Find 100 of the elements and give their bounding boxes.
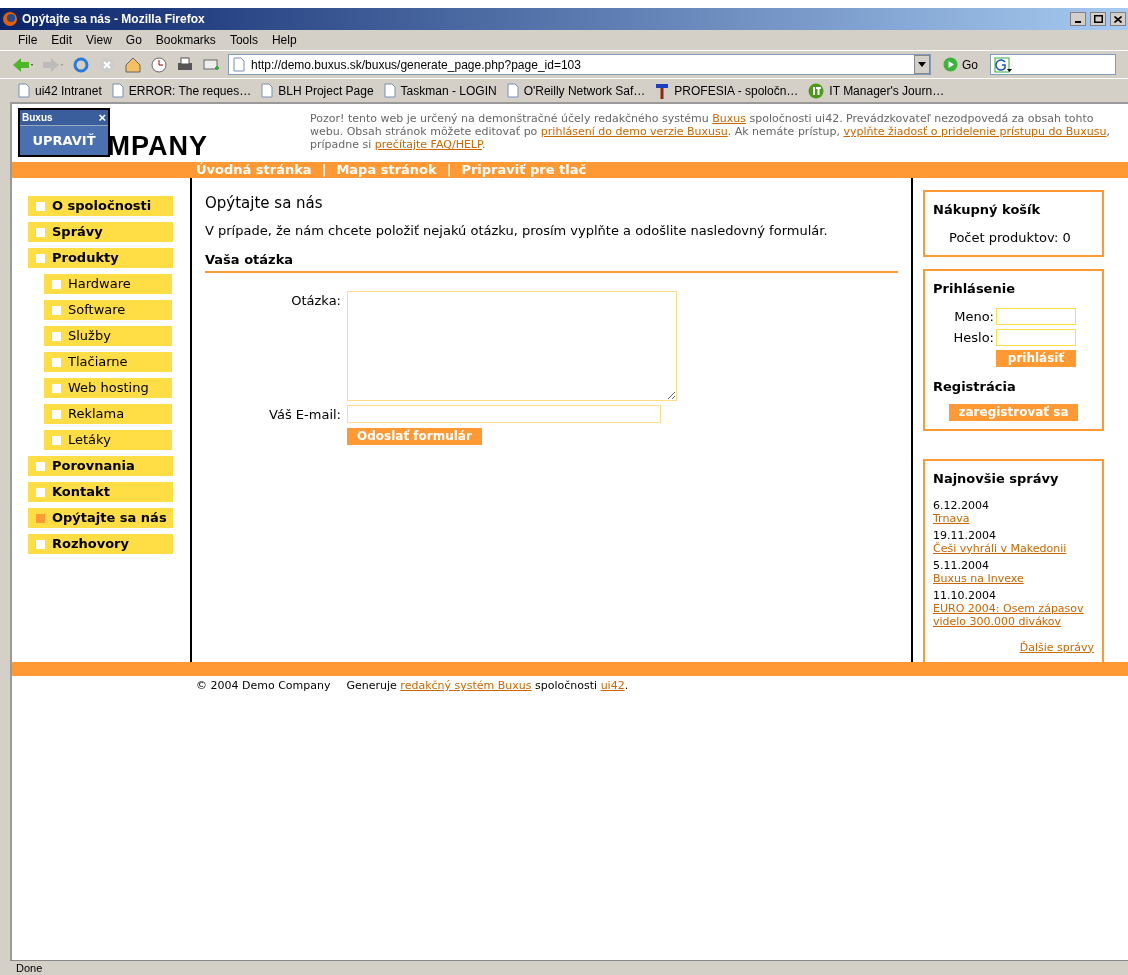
product-count: Počet produktov: 0 [948,228,1072,247]
nav-separator: | [446,161,452,180]
sidebar-item[interactable]: Opýtajte sa nás [28,508,173,528]
intro-text: V prípade, že nám chcete položiť nejakú otázku, prosím vyplňte a odošlite nasledovný formulár. [205,221,829,240]
page-icon [383,83,396,98]
news-link[interactable]: Trnava [933,511,1094,525]
sidebar-item[interactable]: Správy [28,222,173,242]
close-button[interactable] [1110,12,1126,26]
sidebar-item[interactable]: Tlačiarne [44,352,172,372]
maximize-icon [1093,15,1103,23]
bookmark-item[interactable]: IT Manager's Journ… [808,81,945,100]
square-bullet-icon [51,278,62,290]
bookmark-item[interactable]: Taskman - LOGIN [383,81,497,100]
square-bullet-icon [35,460,46,472]
panel-title: Prihlásenie [933,280,1016,298]
square-bullet-icon [35,252,46,264]
news-date: 6.12.2004 [933,498,990,512]
square-bullet-icon [35,200,46,212]
play-icon [943,57,958,72]
bookmark-item[interactable]: BLH Project Page [261,81,374,100]
news-date: 5.11.2004 [933,558,990,572]
hammer-icon [655,82,670,99]
name-field[interactable] [996,307,1076,325]
sidebar-item[interactable]: Produkty [28,248,173,268]
square-bullet-icon [51,356,62,368]
clock-icon[interactable] [150,55,168,74]
status-bar: Done [10,960,1128,975]
news-link[interactable]: EURO 2004: Osem zápasov videlo 300.000 divákov [933,601,1094,628]
stop-icon[interactable] [98,55,116,74]
generator-text: Generuje redakčný systém Buxus spoločnosti ui42. [346,678,629,694]
page-icon [18,83,30,98]
sidebar-item[interactable]: Letáky [44,430,172,450]
go-button[interactable]: Go [939,55,982,74]
company-logo: MPANY [107,133,208,160]
square-bullet-icon [51,408,62,420]
notice-link[interactable]: Buxus [712,112,747,125]
address-field[interactable]: http://demo.buxus.sk/buxus/generate_page.php?page_id=103 [228,54,931,75]
email-field[interactable] [347,405,661,424]
home-icon[interactable] [124,55,142,74]
page-icon [261,83,274,98]
menu-item[interactable]: Tools [229,31,258,49]
minimize-button[interactable] [1070,12,1086,26]
footer-link[interactable]: ui42 [600,679,625,692]
badge-icon [808,82,825,99]
panel-title: Registrácia [933,377,1017,396]
menu-item[interactable]: Go [125,31,142,49]
popup-title: Buxus [22,111,53,125]
sidebar-item[interactable]: Rozhovory [28,534,173,554]
sidebar-item[interactable]: Web hosting [44,378,172,398]
square-bullet-icon [51,382,62,394]
news-link[interactable]: Buxus na Invexe [933,571,1094,585]
news-date: 11.10.2004 [933,588,997,602]
square-bullet-icon [35,538,46,550]
page-title: Opýtajte sa nás [205,193,324,214]
sidebar-item[interactable]: Hardware [44,274,172,294]
sidebar-item[interactable]: Služby [44,326,172,346]
close-icon [1114,15,1122,23]
password-field[interactable] [996,329,1076,347]
more-news-link[interactable]: Ďalšie správy [1019,639,1094,656]
sidebar-item[interactable]: Reklama [44,404,172,424]
news-date: 19.11.2004 [933,528,997,542]
menu-item[interactable]: Help [271,31,297,49]
edit-button[interactable]: UPRAVIŤ [20,125,108,155]
bookmark-item[interactable]: PROFESIA - spoločn… [655,81,799,100]
square-bullet-icon [35,512,46,524]
sidebar-item[interactable]: Software [44,300,172,320]
footer-link[interactable]: redakčný systém Buxus [400,679,532,692]
square-bullet-icon [51,304,62,316]
square-bullet-icon [51,434,62,446]
page-icon [111,83,124,98]
menu-item[interactable]: Bookmarks [155,31,216,49]
question-field[interactable] [347,290,677,401]
panel-title: Nákupný košík [933,201,1042,219]
menu-item[interactable]: File [18,31,38,49]
sidebar-item[interactable]: Kontakt [28,482,173,502]
bookmark-item[interactable]: O'Reilly Network Saf… [506,81,646,100]
field-label: Otázka: [290,291,341,310]
maximize-button[interactable] [1090,12,1106,26]
menu-item[interactable]: Edit [51,31,73,49]
page-icon [506,83,519,98]
sidebar-item[interactable]: Porovnania [28,456,173,476]
sidebar-item[interactable]: O spoločnosti [28,196,173,216]
search-engine-icon [994,56,1012,73]
bookmark-item[interactable]: ERROR: The reques… [111,81,252,100]
notice-link[interactable]: prečítajte FAQ/HELP [374,138,482,151]
field-label: Meno: [954,307,994,326]
bookmark-item[interactable]: ui42 Intranet [18,81,102,100]
square-bullet-icon [51,330,62,342]
square-bullet-icon [35,226,46,238]
field-label: Heslo: [953,329,994,347]
menu-item[interactable]: View [86,31,112,49]
page-icon [233,57,245,72]
news-link[interactable]: Češi vyhráli v Makedonii [933,541,1094,555]
search-field[interactable] [990,54,1116,75]
back-arrow-icon[interactable] [12,56,34,73]
dropdown-button[interactable] [914,55,930,74]
close-button[interactable]: × [98,111,106,124]
notice-link[interactable]: prihlásení do demo verzie Buxusu [540,125,728,138]
field-label: Váš E-mail: [268,405,341,424]
panel-title: Najnovšie správy [933,470,1060,488]
